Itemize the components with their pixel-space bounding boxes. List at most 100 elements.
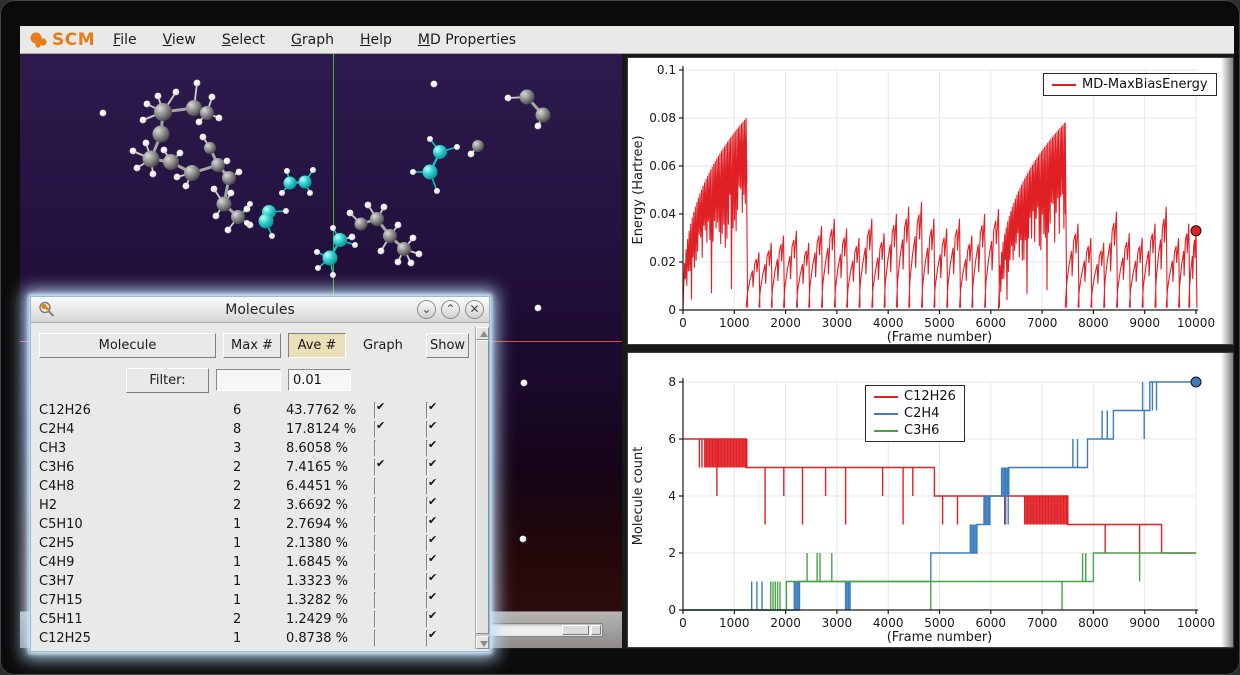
- hydrogen-atom[interactable]: [395, 222, 402, 229]
- show-checkbox[interactable]: [426, 421, 428, 438]
- hydrogen-atom[interactable]: [535, 305, 542, 312]
- hydrogen-atom[interactable]: [347, 210, 354, 217]
- highlighted-hydrogen-atom[interactable]: [454, 144, 460, 150]
- show-checkbox[interactable]: [426, 516, 428, 533]
- graph-checkbox[interactable]: [374, 402, 376, 419]
- hydrogen-atom[interactable]: [505, 95, 512, 102]
- highlighted-hydrogen-atom[interactable]: [410, 169, 416, 175]
- show-checkbox[interactable]: [426, 535, 428, 552]
- menu-item-graph[interactable]: Graph: [291, 32, 334, 48]
- hydrogen-atom[interactable]: [228, 190, 235, 197]
- hydrogen-atom[interactable]: [161, 147, 168, 154]
- hydrogen-atom[interactable]: [134, 165, 141, 172]
- show-checkbox[interactable]: [426, 554, 428, 571]
- graph-checkbox[interactable]: [374, 497, 376, 514]
- carbon-atom[interactable]: [154, 103, 172, 121]
- highlighted-hydrogen-atom[interactable]: [330, 225, 336, 231]
- hydrogen-atom[interactable]: [211, 186, 218, 193]
- hydrogen-atom[interactable]: [365, 202, 372, 209]
- carbon-atom[interactable]: [184, 165, 200, 181]
- graph-checkbox[interactable]: [374, 611, 376, 628]
- graph-checkbox[interactable]: [374, 554, 376, 571]
- carbon-atom[interactable]: [222, 171, 236, 185]
- hydrogen-atom[interactable]: [209, 94, 216, 101]
- highlighted-hydrogen-atom[interactable]: [269, 233, 275, 239]
- hydrogen-atom[interactable]: [225, 227, 232, 234]
- hydrogen-atom[interactable]: [381, 204, 388, 211]
- carbon-atom[interactable]: [355, 218, 368, 231]
- graph-checkbox[interactable]: [374, 421, 376, 438]
- hydrogen-atom[interactable]: [416, 251, 423, 258]
- highlighted-hydrogen-atom[interactable]: [247, 201, 253, 207]
- carbon-atom[interactable]: [383, 229, 397, 243]
- hydrogen-atom[interactable]: [196, 119, 203, 126]
- carbon-atom[interactable]: [211, 158, 225, 172]
- dialog-minimize-button[interactable]: ⌄: [417, 300, 436, 319]
- hydrogen-atom[interactable]: [521, 380, 528, 387]
- hydrogen-atom[interactable]: [236, 169, 243, 176]
- scroll-down-arrow-icon[interactable]: [476, 636, 489, 649]
- molecules-dialog-titlebar[interactable]: Molecules ⌄ ⌃ ✕: [31, 297, 489, 323]
- hydrogen-atom[interactable]: [410, 235, 417, 242]
- carbon-atom[interactable]: [370, 212, 384, 226]
- highlighted-hydrogen-atom[interactable]: [279, 190, 285, 196]
- graph-checkbox[interactable]: [374, 630, 376, 647]
- hydrogen-atom[interactable]: [408, 260, 415, 267]
- dialog-close-button[interactable]: ✕: [465, 300, 484, 319]
- carbon-atom[interactable]: [231, 210, 245, 224]
- show-column-button[interactable]: Show: [426, 333, 469, 358]
- highlighted-carbon-atom[interactable]: [284, 177, 297, 190]
- dialog-restore-button[interactable]: ⌃: [441, 300, 460, 319]
- graph-checkbox[interactable]: [374, 478, 376, 495]
- show-checkbox[interactable]: [426, 478, 428, 495]
- sort-by-ave-button[interactable]: Ave #: [288, 333, 346, 358]
- show-checkbox[interactable]: [426, 440, 428, 457]
- frame-slider-end-cap[interactable]: [591, 625, 601, 635]
- graph-checkbox[interactable]: [374, 516, 376, 533]
- hydrogen-atom[interactable]: [130, 148, 137, 155]
- hydrogen-atom[interactable]: [183, 183, 190, 190]
- highlighted-hydrogen-atom[interactable]: [310, 167, 316, 173]
- carbon-atom[interactable]: [520, 90, 535, 105]
- hydrogen-atom[interactable]: [144, 101, 151, 108]
- show-checkbox[interactable]: [426, 611, 428, 628]
- carbon-atom[interactable]: [163, 154, 179, 170]
- highlighted-hydrogen-atom[interactable]: [315, 265, 321, 271]
- hydrogen-atom[interactable]: [468, 151, 475, 158]
- highlighted-carbon-atom[interactable]: [333, 233, 347, 247]
- carbon-atom[interactable]: [217, 197, 232, 212]
- graph-checkbox[interactable]: [374, 592, 376, 609]
- filter-threshold-input[interactable]: [288, 369, 351, 391]
- hydrogen-atom[interactable]: [194, 80, 201, 87]
- menu-item-select[interactable]: Select: [222, 32, 265, 48]
- menu-item-view[interactable]: View: [163, 32, 196, 48]
- hydrogen-atom[interactable]: [177, 150, 184, 157]
- hydrogen-atom[interactable]: [174, 174, 181, 181]
- graph-checkbox[interactable]: [374, 440, 376, 457]
- highlighted-carbon-atom[interactable]: [323, 251, 338, 266]
- show-checkbox[interactable]: [426, 459, 428, 476]
- filter-button[interactable]: Filter:: [126, 368, 209, 393]
- menu-item-md-properties[interactable]: MD Properties: [418, 32, 516, 48]
- carbon-atom[interactable]: [153, 126, 170, 143]
- graph-checkbox[interactable]: [374, 459, 376, 476]
- hydrogen-atom[interactable]: [520, 536, 527, 543]
- carbon-atom[interactable]: [143, 151, 160, 168]
- show-checkbox[interactable]: [426, 592, 428, 609]
- hydrogen-atom[interactable]: [140, 117, 147, 124]
- hydrogen-atom[interactable]: [349, 234, 356, 241]
- menu-item-help[interactable]: Help: [360, 32, 392, 48]
- hydrogen-atom[interactable]: [143, 140, 150, 147]
- hydrogen-atom[interactable]: [155, 93, 162, 100]
- series-end-marker[interactable]: [1191, 226, 1201, 236]
- hydrogen-atom[interactable]: [395, 259, 402, 266]
- dialog-scrollbar[interactable]: [475, 327, 489, 649]
- highlighted-hydrogen-atom[interactable]: [244, 220, 250, 226]
- series-end-marker[interactable]: [1191, 377, 1201, 387]
- hydrogen-atom[interactable]: [100, 110, 107, 117]
- highlighted-carbon-atom[interactable]: [423, 165, 438, 180]
- carbon-atom[interactable]: [200, 106, 214, 120]
- scrollbar-thumb[interactable]: [476, 340, 489, 634]
- sort-by-molecule-button[interactable]: Molecule: [39, 333, 216, 358]
- energy-chart[interactable]: 00.020.040.060.080.101000200030004000500…: [628, 58, 1233, 344]
